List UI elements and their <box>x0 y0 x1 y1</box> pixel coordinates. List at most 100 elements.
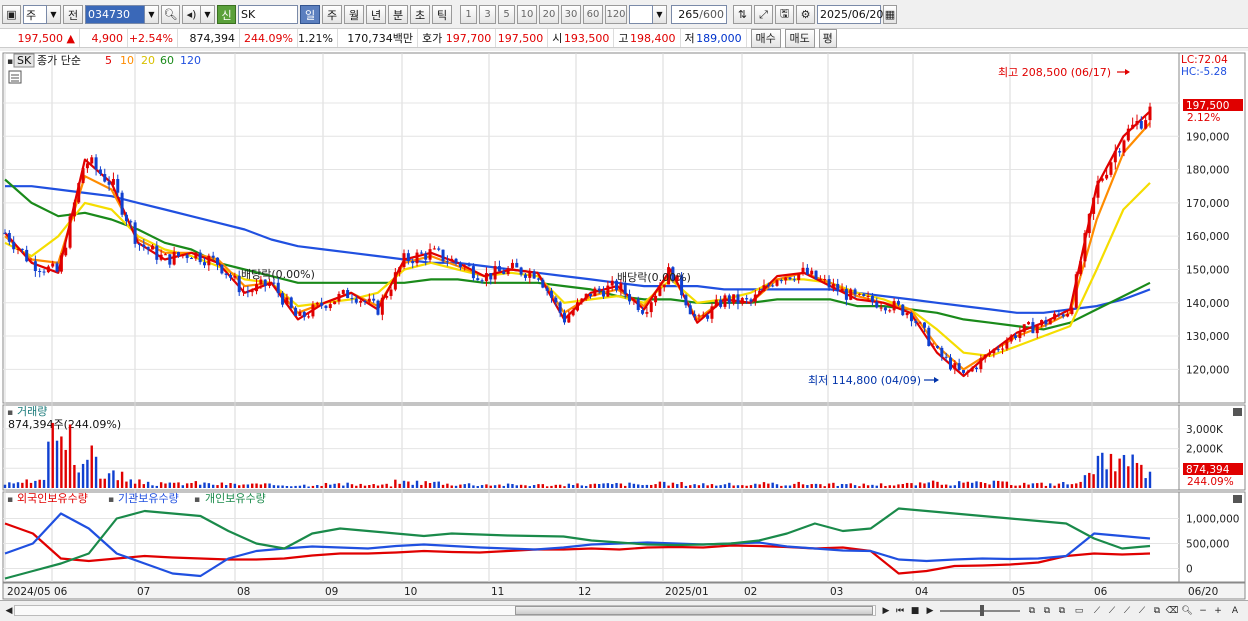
tick-5[interactable]: 5 <box>498 5 515 24</box>
speaker-icon[interactable]: ◂) <box>182 5 201 24</box>
type-button[interactable]: 전 <box>63 5 83 24</box>
custom-period-dropdown-icon[interactable]: ▼ <box>653 5 667 24</box>
volume-bar <box>888 485 891 488</box>
candle-body <box>970 367 974 372</box>
zoom-search-icon[interactable]: 🔍︎ <box>1180 603 1194 618</box>
volume-bar <box>1131 454 1134 488</box>
volume-bar <box>515 485 518 488</box>
chart-scrollbar[interactable]: ◀ ▶ ⏮ ■ ▶ ⧉ ⧉ ⧉ ▭ ⟋ ⟋ ⟋ ⟋ ⧉ ⌫ 🔍︎ − + A <box>0 600 1248 620</box>
copy-icon[interactable]: ⧉ <box>1150 603 1164 618</box>
market-select[interactable]: 주 <box>23 5 47 24</box>
draw-line-icon-1[interactable]: ⟋ <box>1090 603 1104 618</box>
candle-settings-icon[interactable]: ⇅ <box>733 5 752 24</box>
candle-body <box>64 247 68 256</box>
draw-line-icon-3[interactable]: ⟋ <box>1120 603 1134 618</box>
volume-bar <box>810 484 813 488</box>
date-field[interactable]: 2025/06/20 <box>817 5 883 24</box>
market-dropdown-icon[interactable]: ▼ <box>47 5 61 24</box>
tick-1[interactable]: 1 <box>460 5 477 24</box>
tick-30[interactable]: 30 <box>561 5 581 24</box>
period-day[interactable]: 일 <box>300 5 320 24</box>
period-year[interactable]: 년 <box>366 5 386 24</box>
period-month[interactable]: 월 <box>344 5 364 24</box>
gear-icon[interactable]: ⚙ <box>796 5 815 24</box>
eval-button[interactable]: 평 <box>818 28 837 48</box>
layout-icon-1[interactable]: ⧉ <box>1025 603 1039 618</box>
holdings-maximize-icon[interactable] <box>1233 495 1242 503</box>
layout-icon-2[interactable]: ⧉ <box>1040 603 1054 618</box>
tick-60[interactable]: 60 <box>583 5 603 24</box>
stop-icon[interactable]: ■ <box>908 603 922 618</box>
chart-area[interactable]: ▪ SK 종가 단순 5 10 20 60 120 LC:72.04 HC:-5… <box>0 51 1248 601</box>
calendar-icon[interactable]: ▦ <box>883 5 897 24</box>
volume-bar <box>684 485 688 488</box>
period-tick[interactable]: 틱 <box>432 5 452 24</box>
tick-20[interactable]: 20 <box>539 5 559 24</box>
draw-line-icon-2[interactable]: ⟋ <box>1105 603 1119 618</box>
volume-bar <box>771 482 774 488</box>
candle-body <box>684 295 688 306</box>
tick-3[interactable]: 3 <box>479 5 496 24</box>
volume-bar <box>1001 481 1004 488</box>
volume-bar <box>1066 484 1069 488</box>
volume-bar <box>545 486 549 488</box>
volume-bar <box>1088 472 1091 488</box>
volume-maximize-icon[interactable] <box>1233 408 1242 416</box>
candle-body <box>797 273 801 280</box>
tick-10[interactable]: 10 <box>517 5 537 24</box>
volume-bar <box>749 485 753 488</box>
sell-button[interactable]: 매도 <box>784 28 815 48</box>
holdings-panel-menu-icon[interactable]: ▪ <box>7 495 13 505</box>
speaker-dropdown-icon[interactable]: ▼ <box>201 5 215 24</box>
candle-body <box>810 270 814 275</box>
bar-count-field[interactable]: 265/600 <box>671 5 727 24</box>
eraser-icon[interactable]: ⌫ <box>1165 603 1179 618</box>
candle-body <box>562 312 566 323</box>
new-badge[interactable]: 신 <box>217 5 236 24</box>
volume-panel-menu-icon[interactable]: ▪ <box>7 408 13 418</box>
play-icon[interactable]: ▶ <box>923 603 937 618</box>
candle-body <box>176 252 180 257</box>
zoom-out-icon[interactable]: − <box>1196 603 1210 618</box>
scroll-track[interactable] <box>14 605 876 616</box>
period-second[interactable]: 초 <box>410 5 430 24</box>
code-dropdown-icon[interactable]: ▼ <box>145 5 159 24</box>
buy-button[interactable]: 매수 <box>750 28 781 48</box>
panel-menu-icon[interactable]: ▪ <box>7 57 13 67</box>
window-menu-icon[interactable]: ▣ <box>2 5 21 24</box>
scroll-thumb[interactable] <box>515 606 873 615</box>
candle-body <box>211 255 215 258</box>
draw-line-icon-4[interactable]: ⟋ <box>1135 603 1149 618</box>
stock-code-input[interactable]: 034730 <box>85 5 145 24</box>
candle-body <box>103 174 107 182</box>
candle-body <box>137 243 141 245</box>
volume-bar <box>355 485 358 488</box>
zoom-in-icon[interactable]: + <box>1211 603 1225 618</box>
x-axis-label: 04 <box>915 586 929 598</box>
bar-icon[interactable]: ▭ <box>1072 603 1086 618</box>
candle-body <box>888 310 892 312</box>
volume-bar <box>25 479 28 488</box>
volume-bar <box>602 483 605 488</box>
auto-scale-icon[interactable]: A <box>1228 603 1242 618</box>
volume-bar <box>1057 483 1061 488</box>
price-tick-label: 140,000 <box>1186 298 1229 310</box>
save-icon[interactable]: 🖫 <box>775 5 794 24</box>
volume-bar <box>350 484 354 488</box>
candle-body <box>320 302 324 306</box>
layout-icon-3[interactable]: ⧉ <box>1055 603 1069 618</box>
stock-name-field[interactable]: SK <box>238 5 298 24</box>
last-rate-label: 2.12% <box>1187 112 1220 124</box>
zoom-slider-handle[interactable] <box>980 605 984 616</box>
volume-bar <box>120 471 124 488</box>
search-icon[interactable]: 🔍︎ <box>161 5 180 24</box>
volume-panel[interactable] <box>2 404 1180 491</box>
high-annotation: 최고 208,500 (06/17) <box>998 66 1111 79</box>
custom-period-input[interactable] <box>629 5 653 24</box>
scroll-right-icon[interactable]: ▶ <box>879 603 893 618</box>
period-minute[interactable]: 분 <box>388 5 408 24</box>
rewind-icon[interactable]: ⏮ <box>893 603 907 618</box>
draw-tool-icon[interactable]: ⤢ <box>754 5 773 24</box>
tick-120[interactable]: 120 <box>605 5 627 24</box>
period-week[interactable]: 주 <box>322 5 342 24</box>
